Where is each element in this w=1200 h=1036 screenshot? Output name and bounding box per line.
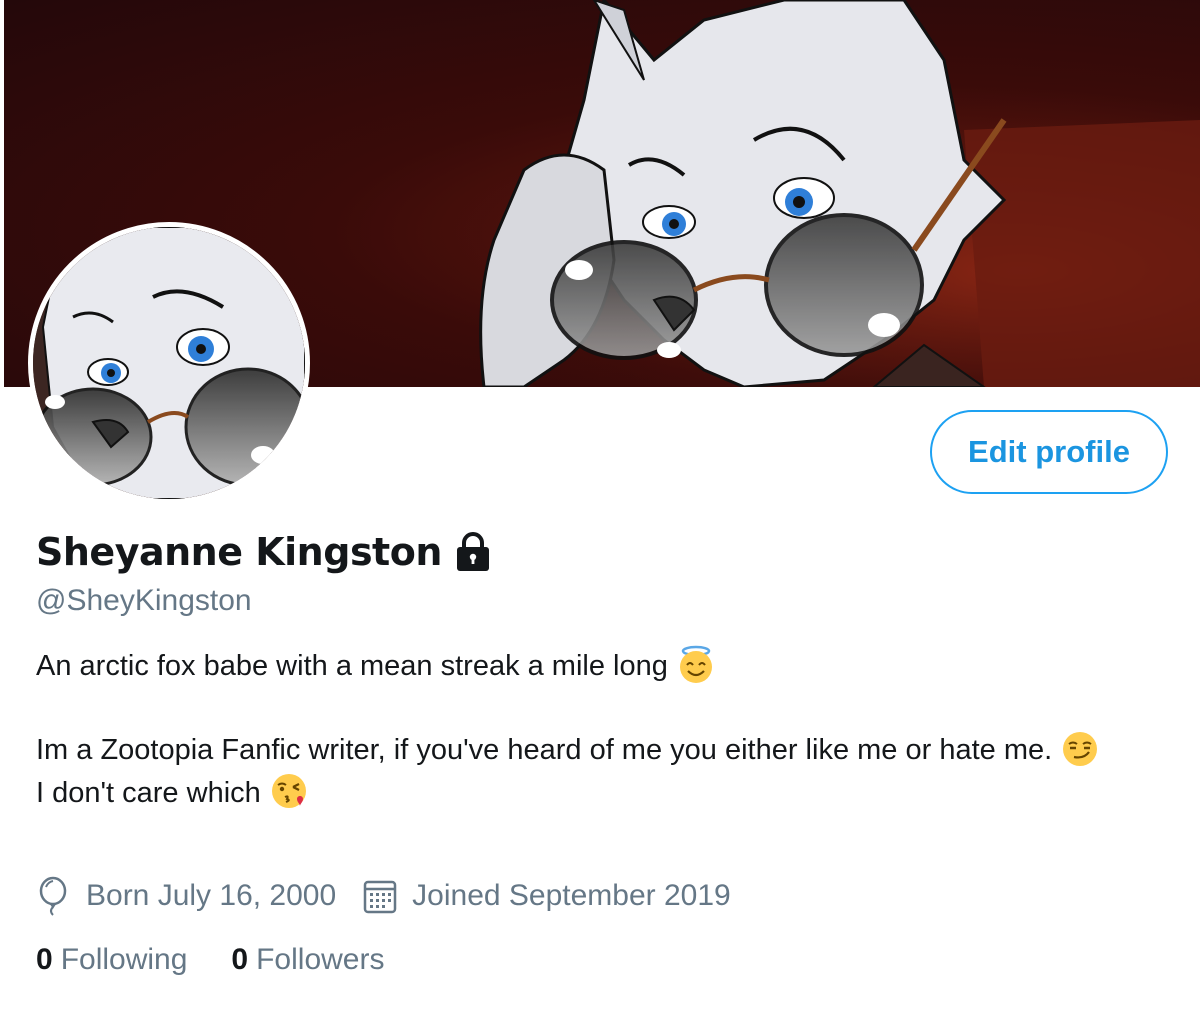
following-link[interactable]: 0 Following (36, 943, 187, 977)
profile-meta: Born July 16, 2000 Joined September 2019 (36, 876, 757, 916)
smirk-emoji (1060, 729, 1100, 769)
edit-profile-button[interactable]: Edit profile (930, 410, 1168, 494)
calendar-icon (362, 876, 398, 916)
kiss-emoji (269, 771, 309, 811)
following-count: 0 (36, 943, 53, 976)
following-label: Following (60, 943, 188, 976)
followers-link[interactable]: 0 Followers (231, 943, 384, 977)
halo-smile-emoji (676, 644, 716, 684)
bio-line: An arctic fox babe with a mean streak a … (36, 645, 1156, 687)
profile-handle: @SheyKingston (36, 584, 252, 617)
followers-label: Followers (256, 943, 385, 976)
lock-icon (452, 531, 494, 573)
profile-name-row: Sheyanne Kingston (36, 530, 494, 574)
avatar-image (33, 227, 305, 499)
birthday-text: Born July 16, 2000 (86, 879, 337, 912)
bio-line: ​ (36, 687, 1156, 729)
display-name: Sheyanne Kingston (36, 530, 442, 574)
joined-item: Joined September 2019 (362, 876, 731, 916)
followers-count: 0 (231, 943, 249, 976)
profile-stats: 0 Following 0 Followers (36, 943, 428, 977)
bio-line: Im a Zootopia Fanfic writer, if you've h… (36, 729, 1156, 771)
balloon-icon (36, 876, 72, 916)
profile-avatar[interactable] (28, 222, 310, 504)
profile-bio: An arctic fox babe with a mean streak a … (36, 645, 1156, 814)
joined-text: Joined September 2019 (412, 879, 731, 912)
birthday-item: Born July 16, 2000 (36, 876, 336, 916)
bio-line: I don't care which (36, 772, 1156, 814)
